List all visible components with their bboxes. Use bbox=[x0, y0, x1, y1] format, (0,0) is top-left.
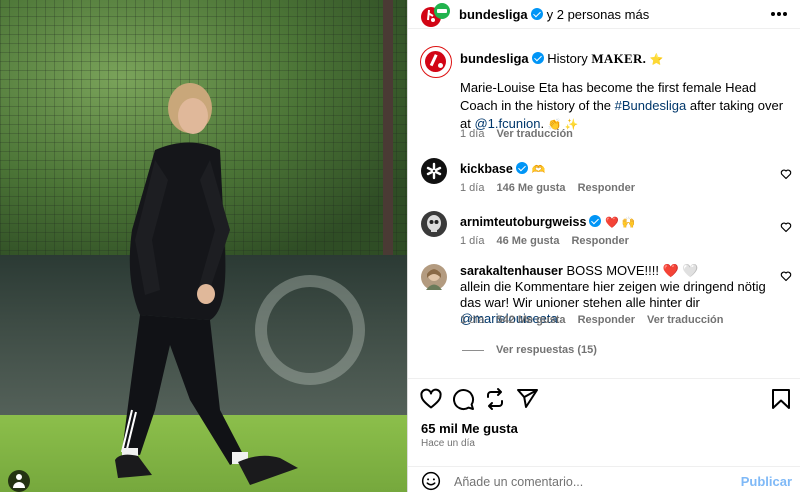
comment-reply-button[interactable]: Responder bbox=[578, 314, 635, 326]
comment-username[interactable]: kickbase bbox=[460, 162, 513, 176]
post-likes-count[interactable]: 65 mil Me gusta bbox=[421, 421, 518, 436]
comment-time: 1 día bbox=[460, 235, 485, 247]
arnim-avatar[interactable] bbox=[421, 211, 447, 237]
comment-emoji: ❤️ 🙌 bbox=[605, 217, 636, 229]
like-icon[interactable] bbox=[419, 387, 443, 411]
heart-icon[interactable] bbox=[780, 168, 792, 180]
photo-coach-figure bbox=[115, 83, 298, 485]
caption-title-plain: History bbox=[547, 51, 588, 66]
caption-avatar[interactable] bbox=[420, 46, 452, 78]
kickbase-avatar[interactable] bbox=[421, 158, 447, 184]
comment-meta: 1 día 542 Me gusta Responder Ver traducción bbox=[460, 314, 723, 326]
comment-reply-button[interactable]: Responder bbox=[571, 235, 628, 247]
header-collab-text[interactable]: y 2 personas más bbox=[547, 7, 650, 22]
verified-icon bbox=[515, 162, 528, 174]
post-side-panel: bundesliga y 2 personas más bundesliga Hi… bbox=[407, 0, 800, 492]
comment-emoji: 🫶 bbox=[531, 164, 546, 176]
heart-icon[interactable] bbox=[780, 221, 792, 233]
star-icon: ⭐ bbox=[649, 54, 664, 66]
comment-text: BOSS MOVE!!!! ❤️ 🤍 bbox=[566, 263, 699, 278]
comment-username[interactable]: sarakaltenhauser bbox=[460, 264, 563, 278]
sara-avatar[interactable] bbox=[421, 264, 447, 290]
verified-icon bbox=[531, 52, 544, 64]
comment-likes[interactable]: 146 Me gusta bbox=[496, 182, 565, 194]
comment-body: arnimteutoburgweiss ❤️ 🙌 bbox=[460, 214, 780, 231]
kickbase-logo-icon bbox=[426, 162, 442, 180]
comment-username[interactable]: arnimteutoburgweiss bbox=[460, 215, 586, 229]
comment-text-2: allein die Kommentare hier zeigen wie dr… bbox=[460, 279, 766, 310]
bundesliga-logo-icon bbox=[421, 3, 450, 27]
comment-icon[interactable] bbox=[451, 387, 475, 411]
person-avatar-icon bbox=[426, 269, 442, 290]
hashtag-link[interactable]: #Bundesliga bbox=[615, 98, 687, 113]
view-replies-button[interactable]: Ver respuestas (15) bbox=[462, 344, 597, 356]
comment-likes[interactable]: 46 Me gusta bbox=[496, 235, 559, 247]
comment-likes[interactable]: 542 Me gusta bbox=[496, 314, 565, 326]
comment-meta: 1 día 146 Me gusta Responder bbox=[460, 182, 635, 194]
caption-time: 1 día bbox=[460, 128, 485, 140]
post-header: bundesliga y 2 personas más bbox=[408, 0, 800, 29]
comment-meta: 1 día 46 Me gusta Responder bbox=[460, 235, 629, 247]
header-title: bundesliga y 2 personas más bbox=[459, 7, 649, 22]
post-time-ago: Hace un día bbox=[421, 438, 475, 449]
share-icon[interactable] bbox=[483, 387, 507, 411]
more-icon[interactable] bbox=[771, 12, 787, 16]
verified-icon bbox=[530, 8, 543, 20]
caption-title-brand: MAKER. bbox=[591, 51, 647, 66]
header-username[interactable]: bundesliga bbox=[459, 7, 528, 22]
skull-avatar-icon bbox=[427, 215, 441, 232]
emoji-icon[interactable] bbox=[421, 471, 441, 491]
caption-username[interactable]: bundesliga bbox=[460, 51, 529, 66]
post-photo[interactable] bbox=[0, 0, 407, 492]
post-caption: bundesliga History MAKER. ⭐ Marie-Louise… bbox=[460, 50, 790, 134]
caption-translate-link[interactable]: Ver traducción bbox=[496, 128, 572, 140]
bundesliga-avatar[interactable] bbox=[420, 2, 452, 30]
comments-scroll-area[interactable]: bundesliga History MAKER. ⭐ Marie-Louise… bbox=[408, 30, 800, 376]
add-comment-bar: Añade un comentario... Publicar bbox=[408, 466, 800, 492]
comment-reply-button[interactable]: Responder bbox=[578, 182, 635, 194]
caption-meta: 1 día Ver traducción bbox=[460, 128, 573, 140]
publish-button[interactable]: Publicar bbox=[741, 474, 792, 489]
heart-icon[interactable] bbox=[780, 270, 792, 282]
verified-icon bbox=[589, 215, 602, 227]
comment-time: 1 día bbox=[460, 314, 485, 326]
comment-translate-link[interactable]: Ver traducción bbox=[647, 314, 723, 326]
comment-body: kickbase 🫶 bbox=[460, 161, 780, 178]
comment-time: 1 día bbox=[460, 182, 485, 194]
user-tag-icon[interactable] bbox=[8, 470, 30, 492]
send-icon[interactable] bbox=[515, 387, 539, 411]
add-comment-input[interactable]: Añade un comentario... bbox=[454, 475, 583, 489]
save-icon[interactable] bbox=[769, 387, 793, 411]
